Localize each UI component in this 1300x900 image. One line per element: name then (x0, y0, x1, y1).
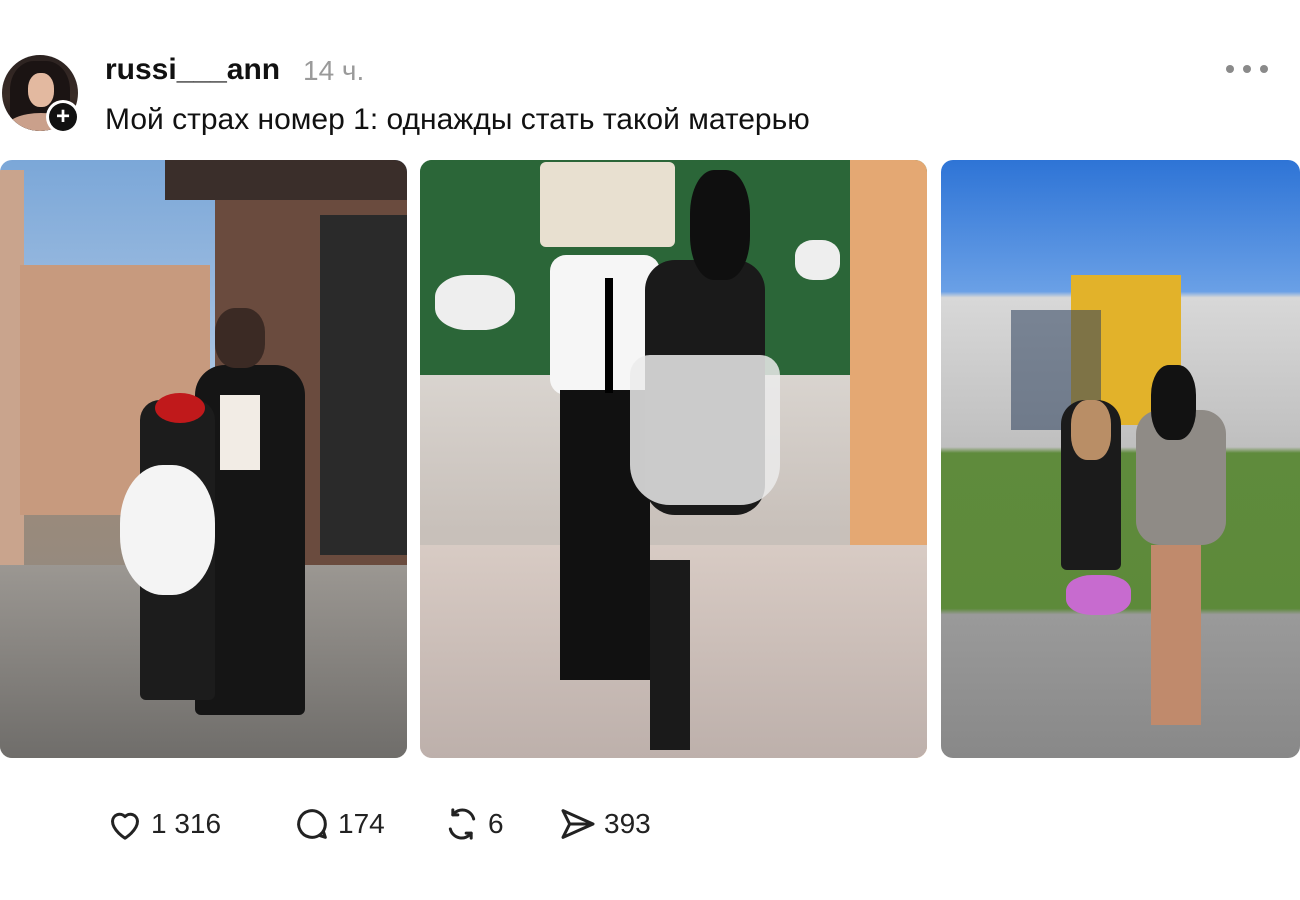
white-apron (630, 355, 780, 505)
post-text: Мой страх номер 1: однажды стать такой м… (105, 103, 810, 136)
more-dot-icon (1260, 65, 1268, 73)
post-photo-3[interactable] (941, 160, 1300, 758)
reposts-count: 6 (488, 808, 504, 839)
more-dot-icon (1226, 65, 1234, 73)
lace-top (220, 395, 260, 470)
glass-door (320, 215, 407, 555)
building-roof (165, 160, 407, 200)
like-button[interactable]: 1 316 (105, 802, 221, 846)
follow-button[interactable]: + (46, 100, 80, 134)
woman-legs (1151, 545, 1201, 725)
girl-hair (1071, 400, 1111, 460)
repost-button[interactable]: 6 (442, 802, 504, 846)
comment-button[interactable]: 174 (292, 802, 385, 846)
author-username[interactable]: russi___ann (105, 53, 280, 87)
knee-socks (650, 560, 690, 750)
white-bouquet (120, 465, 215, 595)
woman-hair (690, 170, 750, 280)
heart-icon (111, 812, 139, 840)
speech-bubble-sticker (795, 240, 840, 280)
woman-hair (1151, 365, 1196, 440)
post-actions-bar: 1 316 174 6 393 (0, 802, 1300, 846)
send-icon (561, 809, 595, 839)
shares-count: 393 (604, 808, 651, 839)
more-dot-icon (1243, 65, 1251, 73)
likes-count: 1 316 (151, 808, 222, 839)
post-photo-1[interactable] (0, 160, 407, 758)
plus-icon: + (49, 103, 77, 131)
avatar-face (28, 73, 54, 107)
red-beret (155, 393, 205, 423)
black-tie (605, 278, 613, 393)
repost-icon (448, 808, 476, 840)
post-photo-2[interactable] (420, 160, 927, 758)
woman-hair (215, 308, 265, 368)
share-button[interactable]: 393 (558, 802, 651, 846)
post-time: 14 ч. (303, 55, 365, 86)
school-sign (540, 162, 675, 247)
more-options-button[interactable] (1226, 58, 1268, 80)
speech-bubble-sticker (435, 275, 515, 330)
flower-bouquet (1066, 575, 1131, 615)
comment-icon (297, 809, 327, 839)
comments-count: 174 (338, 808, 385, 839)
